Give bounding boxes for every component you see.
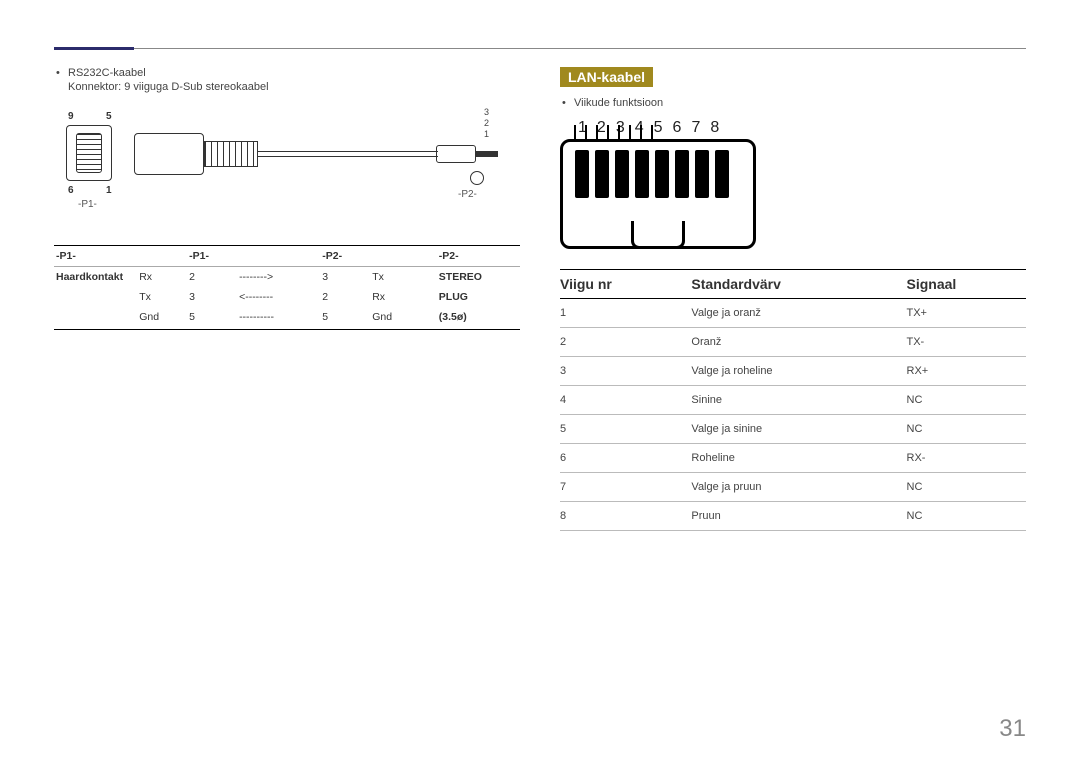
- jack-wire-1: 1: [484, 129, 489, 140]
- hdr-pin: Viigu nr: [560, 276, 691, 292]
- rs232-diagram: 9 5 6 1 -P1- 3 2 1 -P2-: [54, 107, 520, 237]
- cable-line-icon: [258, 151, 438, 157]
- diagram-p2-label: -P2-: [458, 189, 477, 200]
- rs232-row-1: Haardkontakt Rx 2 --------> 3 Tx STEREO: [54, 267, 520, 287]
- rj45-clip-icon: [631, 221, 685, 249]
- content-columns: RS232C-kaabel Konnektor: 9 viiguga D-Sub…: [54, 67, 1026, 531]
- stereo-jack-tip-icon: [476, 151, 498, 157]
- lan-row: 1 Valge ja oranž TX+: [560, 299, 1026, 328]
- rj45-diagram: 1 2 3 4 5 6 7 8: [560, 119, 760, 249]
- hdr-p2a: -P2-: [320, 250, 370, 262]
- dsub-pin-6: 6: [68, 185, 74, 196]
- lan-row: 2 Oranž TX-: [560, 328, 1026, 357]
- plug-label: PLUG: [437, 291, 520, 303]
- lan-section-title: LAN-kaabel: [560, 67, 653, 87]
- right-column: LAN-kaabel Viikude funktsioon 1 2 3 4 5 …: [560, 67, 1026, 531]
- dsub-pin-5: 5: [106, 111, 112, 122]
- jack-wire-2: 2: [484, 118, 489, 129]
- stereo-jack-body-icon: [436, 145, 476, 163]
- jack-wire-labels: 3 2 1: [484, 107, 489, 140]
- lan-row: 3 Valge ja roheline RX+: [560, 357, 1026, 386]
- row-label: Haardkontakt: [54, 271, 137, 283]
- diagram-p1-label: -P1-: [78, 199, 97, 210]
- rs232-row-2: Tx 3 <-------- 2 Rx PLUG: [54, 287, 520, 307]
- rs232-row-3: Gnd 5 ---------- 5 Gnd (3.5ø): [54, 307, 520, 330]
- rs232-table-header: -P1- -P1- -P2- -P2-: [54, 245, 520, 267]
- lan-bullet: Viikude funktsioon: [560, 97, 1026, 109]
- dsub-pin-1: 1: [106, 185, 112, 196]
- lan-table-header: Viigu nr Standardvärv Signaal: [560, 269, 1026, 299]
- lan-row: 4 Sinine NC: [560, 386, 1026, 415]
- rs232-bullet: RS232C-kaabel: [54, 67, 520, 79]
- dsub-connector-icon: [134, 133, 204, 175]
- size-label: (3.5ø): [437, 311, 520, 323]
- lan-table: Viigu nr Standardvärv Signaal 1 Valge ja…: [560, 269, 1026, 531]
- hdr-p2b: -P2-: [437, 250, 520, 262]
- hdr-p1b: -P1-: [187, 250, 237, 262]
- rs232-connector-desc: Konnektor: 9 viiguga D-Sub stereokaabel: [54, 81, 520, 93]
- stereo-jack-end-icon: [470, 171, 484, 185]
- lan-row: 8 Pruun NC: [560, 502, 1026, 531]
- lan-row: 6 Roheline RX-: [560, 444, 1026, 473]
- hdr-color: Standardvärv: [691, 276, 906, 292]
- hdr-signal: Signaal: [907, 276, 1026, 292]
- hdr-p1a: -P1-: [54, 250, 137, 262]
- dsub-pin-9: 9: [68, 111, 74, 122]
- cable-strain-relief-icon: [204, 141, 258, 167]
- rj45-connector-icon: [560, 139, 756, 249]
- left-column: RS232C-kaabel Konnektor: 9 viiguga D-Sub…: [54, 67, 520, 531]
- jack-wire-3: 3: [484, 107, 489, 118]
- lan-row: 5 Valge ja sinine NC: [560, 415, 1026, 444]
- lan-row: 7 Valge ja pruun NC: [560, 473, 1026, 502]
- stereo-label: STEREO: [437, 271, 520, 283]
- dsub-front-icon: [66, 125, 112, 181]
- page-number: 31: [999, 715, 1026, 743]
- page-top-rule: [54, 48, 1026, 49]
